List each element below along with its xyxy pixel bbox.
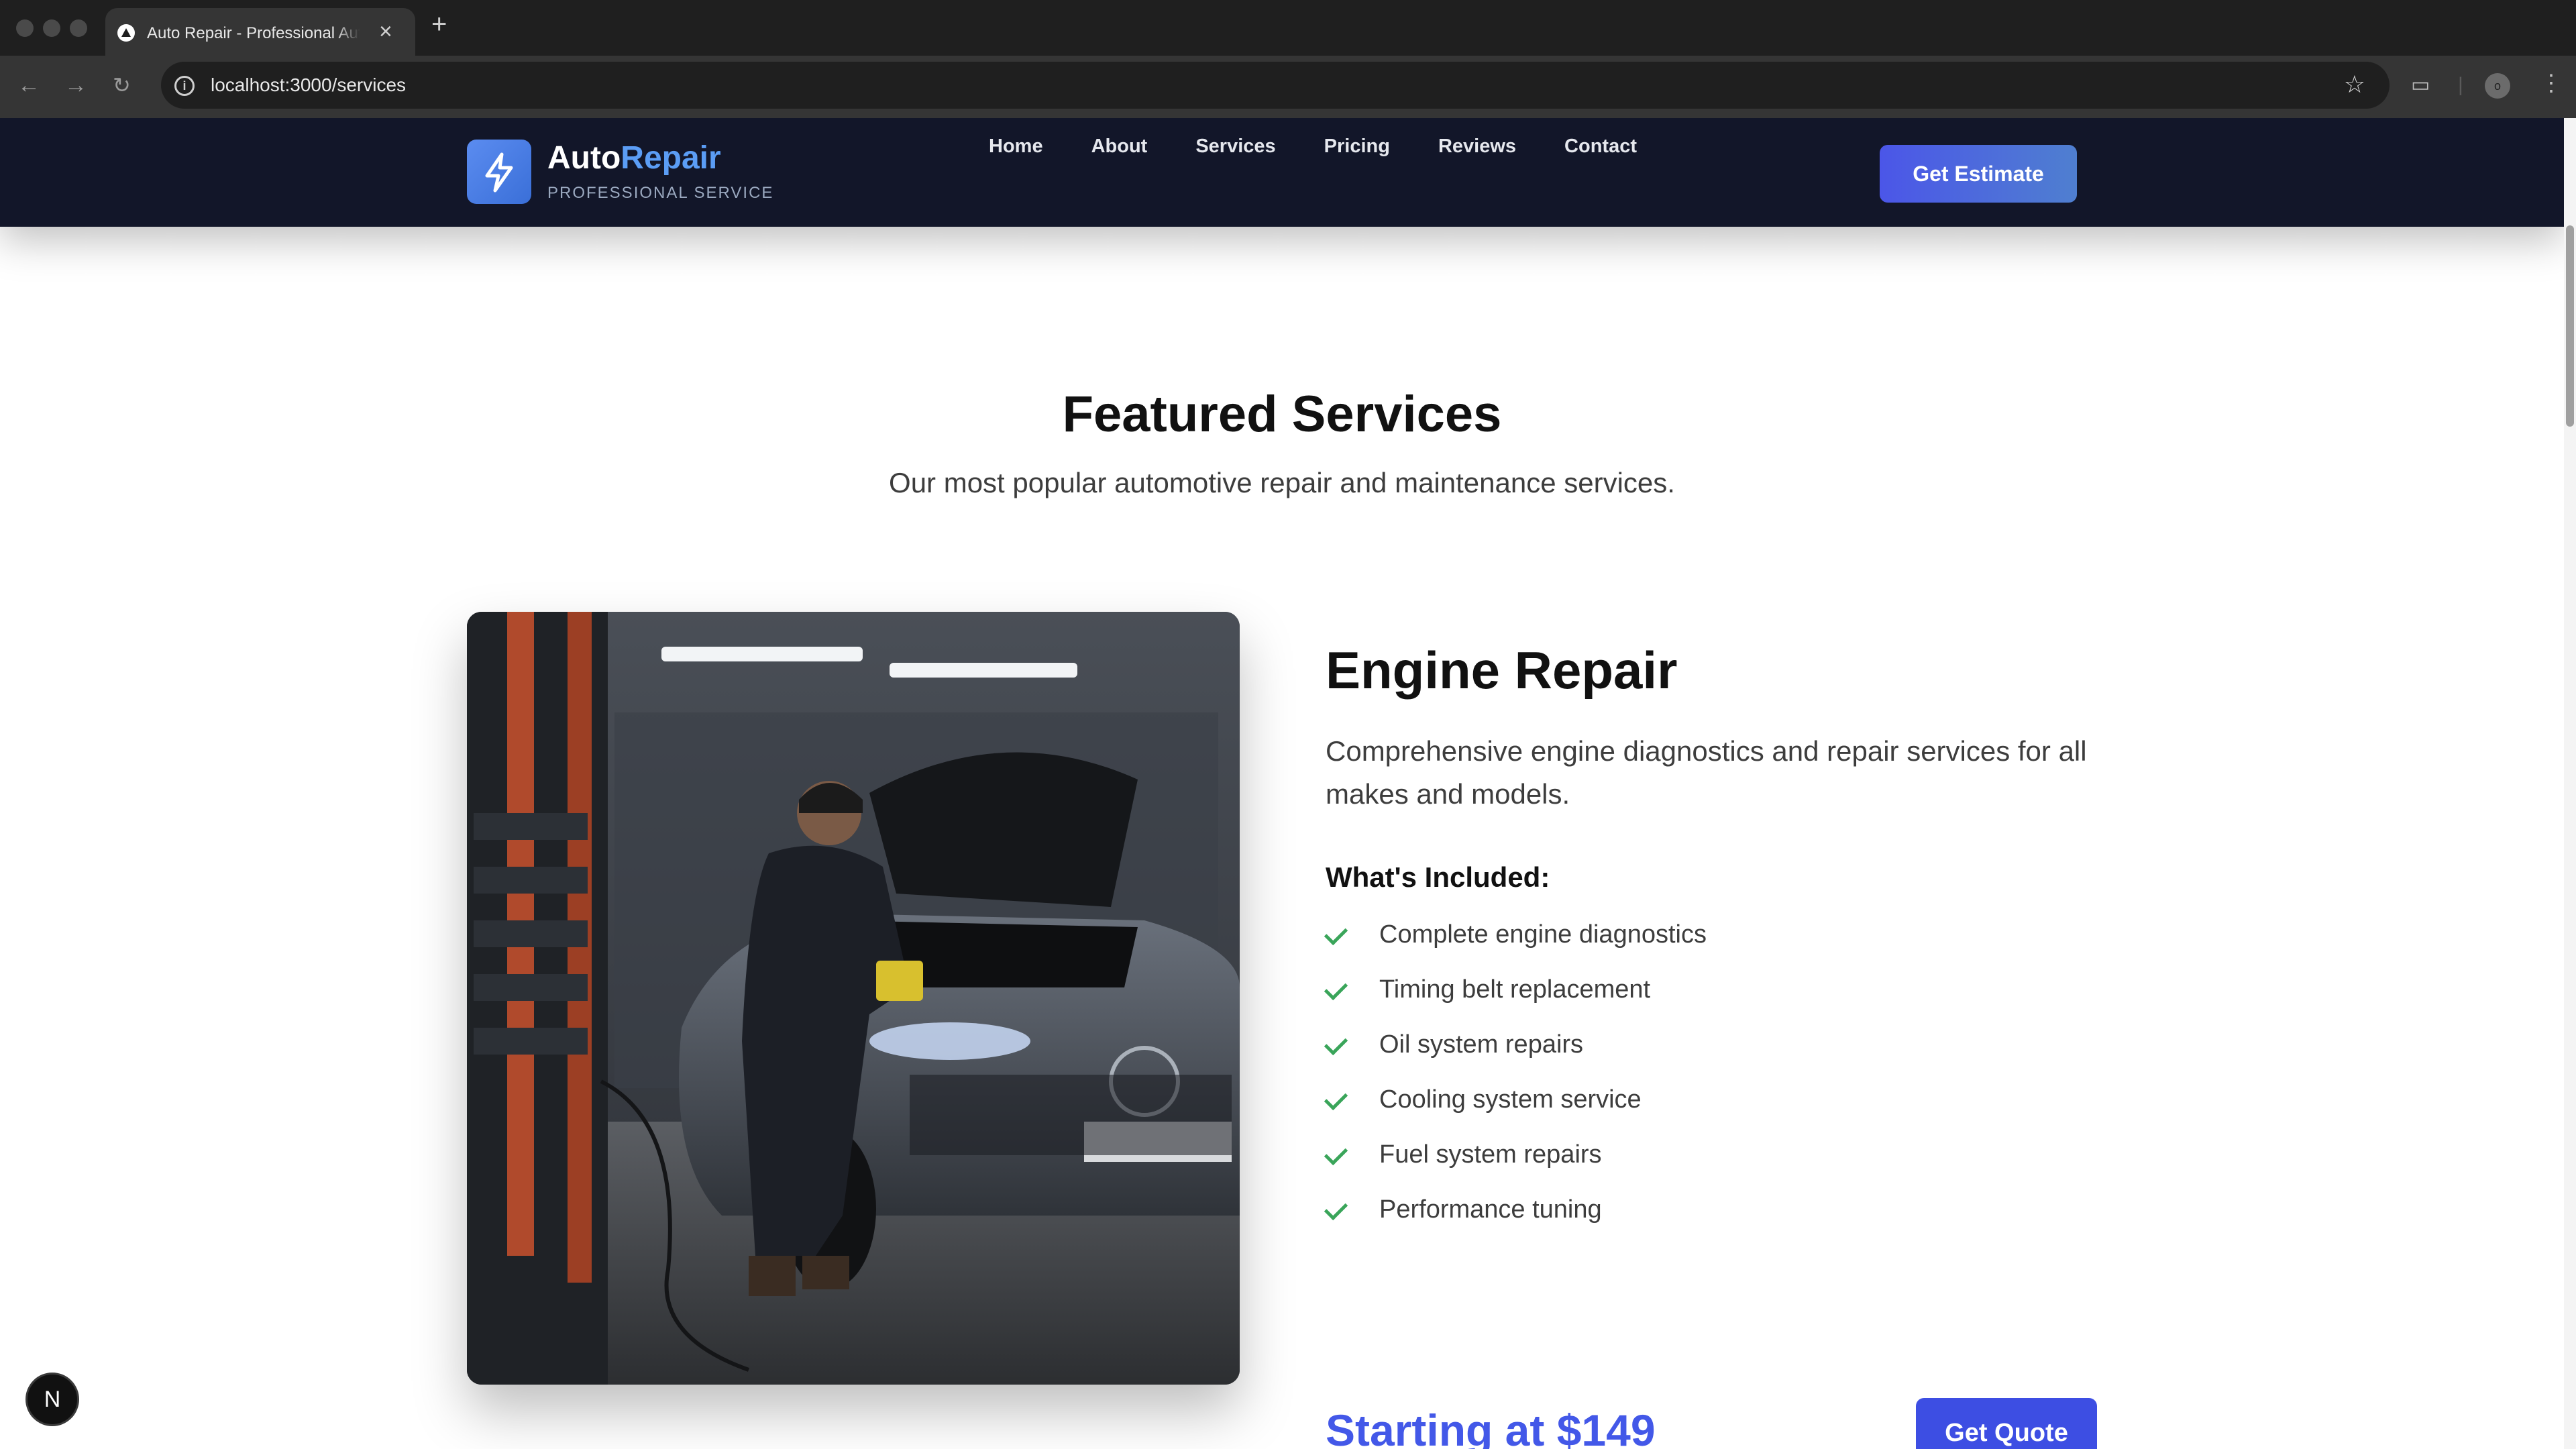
check-icon bbox=[1324, 976, 1348, 1001]
section-title: Featured Services bbox=[1062, 386, 1502, 443]
site-favicon-icon bbox=[117, 24, 135, 42]
check-icon bbox=[1324, 1086, 1348, 1111]
browser-menu-icon[interactable]: ⋮ bbox=[2540, 70, 2563, 97]
new-tab-icon[interactable]: + bbox=[431, 11, 447, 38]
maximize-window-icon[interactable] bbox=[70, 19, 87, 37]
nav-home[interactable]: Home bbox=[989, 136, 1043, 158]
url-text[interactable]: localhost:3000/services bbox=[211, 74, 406, 96]
feature-text: Oil system repairs bbox=[1379, 1030, 1584, 1059]
brand-name[interactable]: AutoRepair bbox=[547, 140, 721, 176]
service-description: Comprehensive engine diagnostics and rep… bbox=[1326, 735, 2087, 810]
check-icon bbox=[1324, 1031, 1348, 1056]
forward-arrow-icon[interactable]: → bbox=[64, 72, 87, 99]
feature-text: Fuel system repairs bbox=[1379, 1140, 1602, 1169]
check-icon bbox=[1324, 1196, 1348, 1221]
brand-tagline: PROFESSIONAL SERVICE bbox=[547, 184, 774, 202]
main-nav: Home About Services Pricing Reviews Cont… bbox=[989, 136, 1685, 158]
back-arrow-icon[interactable]: ← bbox=[17, 72, 40, 99]
brand-primary: Auto bbox=[547, 140, 621, 176]
page-scrollbar[interactable] bbox=[2564, 118, 2576, 1449]
check-icon bbox=[1324, 1141, 1348, 1166]
get-quote-button[interactable]: Get Quote bbox=[1916, 1398, 2097, 1449]
nav-about[interactable]: About bbox=[1091, 136, 1148, 158]
nav-reviews[interactable]: Reviews bbox=[1438, 136, 1516, 158]
get-estimate-button[interactable]: Get Estimate bbox=[1880, 145, 2077, 203]
browser-tab-active[interactable]: Auto Repair - Professional Auto Repair S… bbox=[105, 8, 415, 56]
service-title: Engine Repair bbox=[1326, 641, 1678, 700]
site-info-icon[interactable]: i bbox=[174, 76, 195, 96]
browser-tabstrip: Auto Repair - Professional Auto Repair S… bbox=[0, 0, 2576, 56]
page-viewport: AutoRepair PROFESSIONAL SERVICE Home Abo… bbox=[0, 118, 2564, 1449]
brand-accent: Repair bbox=[621, 140, 721, 176]
minimize-window-icon[interactable] bbox=[43, 19, 60, 37]
nextjs-dev-badge[interactable]: N bbox=[25, 1373, 79, 1426]
section-subtitle: Our most popular automotive repair and m… bbox=[889, 467, 1675, 498]
reading-list-icon[interactable]: ▭ bbox=[2411, 72, 2430, 99]
toolbar-divider: | bbox=[2458, 74, 2463, 96]
browser-toolbar: ← → ↻ i localhost:3000/services ☆ ▭ | bbox=[0, 56, 2576, 118]
feature-text: Performance tuning bbox=[1379, 1195, 1602, 1224]
address-bar[interactable]: i localhost:3000/services ☆ bbox=[161, 62, 2390, 109]
feature-text: Timing belt replacement bbox=[1379, 975, 1651, 1004]
profile-avatar[interactable]: o bbox=[2485, 73, 2510, 99]
tab-close-icon[interactable]: × bbox=[379, 20, 392, 43]
bookmark-star-icon[interactable]: ☆ bbox=[2344, 71, 2365, 98]
tab-title: Auto Repair - Professional Auto Repair S… bbox=[147, 24, 360, 42]
nav-contact[interactable]: Contact bbox=[1564, 136, 1637, 158]
logo-mark[interactable] bbox=[467, 140, 531, 204]
price-label: Starting at $149 bbox=[1326, 1405, 1656, 1449]
lightning-bolt-icon bbox=[485, 152, 513, 193]
reload-icon[interactable]: ↻ bbox=[113, 72, 131, 99]
feature-text: Complete engine diagnostics bbox=[1379, 920, 1707, 949]
nav-pricing[interactable]: Pricing bbox=[1324, 136, 1390, 158]
close-window-icon[interactable] bbox=[16, 19, 34, 37]
scrollbar-thumb[interactable] bbox=[2566, 225, 2574, 427]
feature-text: Cooling system service bbox=[1379, 1085, 1642, 1114]
mechanic-car-illustration bbox=[467, 612, 1240, 1385]
service-photo bbox=[467, 612, 1240, 1385]
site-header: AutoRepair PROFESSIONAL SERVICE Home Abo… bbox=[0, 118, 2564, 227]
check-icon bbox=[1324, 921, 1348, 946]
included-heading: What's Included: bbox=[1326, 861, 1550, 893]
nav-services[interactable]: Services bbox=[1195, 136, 1275, 158]
